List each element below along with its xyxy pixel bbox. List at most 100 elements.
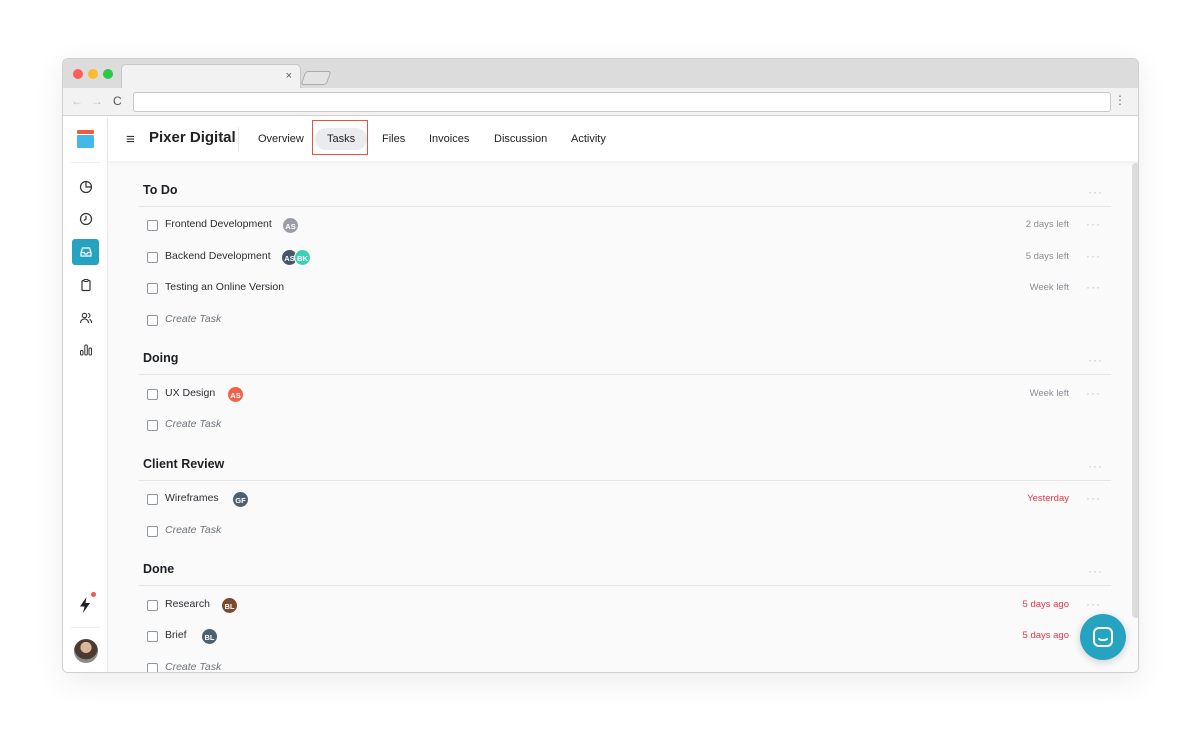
task-checkbox[interactable] <box>147 494 158 505</box>
create-task-button[interactable]: Create Task <box>165 313 221 325</box>
pie-chart-icon <box>79 180 92 194</box>
browser-menu-icon[interactable]: ⋮ <box>1114 93 1126 107</box>
create-task-row[interactable]: Create Task <box>147 522 1111 542</box>
user-avatar[interactable] <box>74 639 98 663</box>
sidebar-item-team[interactable] <box>72 305 99 331</box>
section-more-icon[interactable]: ··· <box>1088 353 1103 367</box>
task-more-icon[interactable]: ··· <box>1086 280 1101 294</box>
tab-overview[interactable]: Overview <box>246 128 316 150</box>
bar-chart-icon <box>79 344 92 356</box>
sidebar-item-reports[interactable] <box>72 337 99 363</box>
create-task-row[interactable]: Create Task <box>147 311 1111 331</box>
minimize-window-button[interactable] <box>88 69 98 79</box>
sidebar-item-projects[interactable] <box>72 239 99 265</box>
create-task-button[interactable]: Create Task <box>165 418 221 430</box>
task-due: 5 days left <box>1025 251 1069 262</box>
forward-arrow-icon[interactable]: → <box>91 94 103 108</box>
chat-launcher-button[interactable] <box>1080 614 1126 660</box>
back-arrow-icon[interactable]: ← <box>71 94 83 108</box>
task-due: Week left <box>1029 388 1069 399</box>
sidebar-item-tasks[interactable] <box>72 272 99 298</box>
section-divider <box>138 480 1111 481</box>
task-checkbox[interactable] <box>147 420 158 431</box>
task-name[interactable]: Research <box>165 598 210 610</box>
tab-invoices[interactable]: Invoices <box>417 128 481 150</box>
chat-icon <box>1093 627 1113 647</box>
header-divider <box>238 127 239 151</box>
task-name[interactable]: UX Design <box>165 387 215 399</box>
sidebar-item-dashboard[interactable] <box>72 174 99 200</box>
sidebar-item-time[interactable] <box>72 206 99 232</box>
section-more-icon[interactable]: ··· <box>1088 459 1103 473</box>
task-name[interactable]: Frontend Development <box>165 218 272 230</box>
task-checkbox[interactable] <box>147 220 158 231</box>
app-logo[interactable] <box>77 130 94 148</box>
users-icon <box>79 312 92 324</box>
hamburger-menu-icon[interactable]: ≡ <box>126 131 135 148</box>
task-row[interactable]: Backend Development AS BK 5 days left ··… <box>147 248 1111 268</box>
close-window-button[interactable] <box>73 69 83 79</box>
assignee-avatar[interactable]: AS <box>227 386 244 403</box>
tab-activity[interactable]: Activity <box>559 128 618 150</box>
section-title: To Do <box>143 183 178 197</box>
task-row[interactable]: Research BL 5 days ago ··· <box>147 596 1111 616</box>
section-title: Client Review <box>143 457 225 471</box>
task-name[interactable]: Testing an Online Version <box>165 281 284 293</box>
section-title: Done <box>143 562 175 576</box>
task-row[interactable]: Testing an Online Version Week left ··· <box>147 279 1111 299</box>
task-name[interactable]: Backend Development <box>165 250 271 262</box>
create-task-row[interactable]: Create Task <box>147 416 1111 436</box>
tab-discussion[interactable]: Discussion <box>482 128 559 150</box>
task-checkbox[interactable] <box>147 252 158 263</box>
project-header: ≡ Pixer Digital Overview Tasks Files Inv… <box>108 117 1138 161</box>
task-more-icon[interactable]: ··· <box>1086 217 1101 231</box>
section-divider <box>138 206 1111 207</box>
project-title: Pixer Digital <box>149 129 236 146</box>
maximize-window-button[interactable] <box>103 69 113 79</box>
task-board: To Do ··· Frontend Development AS 2 days… <box>108 161 1138 672</box>
task-checkbox[interactable] <box>147 283 158 294</box>
browser-toolbar: ← → C ⋮ <box>63 88 1138 116</box>
task-row[interactable]: Wireframes GF Yesterday ··· <box>147 490 1111 510</box>
task-name[interactable]: Wireframes <box>165 492 219 504</box>
task-more-icon[interactable]: ··· <box>1086 597 1101 611</box>
section-more-icon[interactable]: ··· <box>1088 185 1103 199</box>
task-more-icon[interactable]: ··· <box>1086 386 1101 400</box>
section-divider <box>138 374 1111 375</box>
new-tab-button[interactable] <box>300 71 332 85</box>
assignee-avatar[interactable]: AS <box>282 217 299 234</box>
task-row[interactable]: UX Design AS Week left ··· <box>147 385 1111 405</box>
task-checkbox[interactable] <box>147 631 158 642</box>
task-checkbox[interactable] <box>147 663 158 672</box>
create-task-button[interactable]: Create Task <box>165 524 221 536</box>
task-checkbox[interactable] <box>147 526 158 537</box>
create-task-button[interactable]: Create Task <box>165 661 221 672</box>
notification-dot <box>91 592 96 597</box>
task-row[interactable]: Frontend Development AS 2 days left ··· <box>147 216 1111 236</box>
assignee-avatar[interactable]: BL <box>221 597 238 614</box>
scrollbar[interactable] <box>1132 163 1138 618</box>
task-due: 5 days ago <box>1022 630 1069 641</box>
task-due: Week left <box>1029 282 1069 293</box>
inbox-icon <box>79 247 92 257</box>
tab-files[interactable]: Files <box>370 128 417 150</box>
task-checkbox[interactable] <box>147 315 158 326</box>
address-bar[interactable] <box>133 92 1111 112</box>
assignee-avatar[interactable]: BK <box>294 249 311 266</box>
bolt-icon[interactable] <box>77 595 93 615</box>
task-more-icon[interactable]: ··· <box>1086 249 1101 263</box>
browser-tab[interactable]: × <box>121 64 301 88</box>
assignee-avatar[interactable]: BL <box>201 628 218 645</box>
task-name[interactable]: Brief <box>165 629 187 641</box>
assignee-avatar[interactable]: GF <box>232 491 249 508</box>
task-checkbox[interactable] <box>147 389 158 400</box>
task-more-icon[interactable]: ··· <box>1086 491 1101 505</box>
tab-close-icon[interactable]: × <box>286 70 292 82</box>
reload-icon[interactable]: C <box>113 94 122 108</box>
section-more-icon[interactable]: ··· <box>1088 564 1103 578</box>
task-row[interactable]: Brief BL 5 days ago <box>147 627 1111 647</box>
task-checkbox[interactable] <box>147 600 158 611</box>
clock-icon <box>79 212 92 226</box>
create-task-row[interactable]: Create Task <box>147 659 1111 672</box>
task-due: Yesterday <box>1027 493 1069 504</box>
